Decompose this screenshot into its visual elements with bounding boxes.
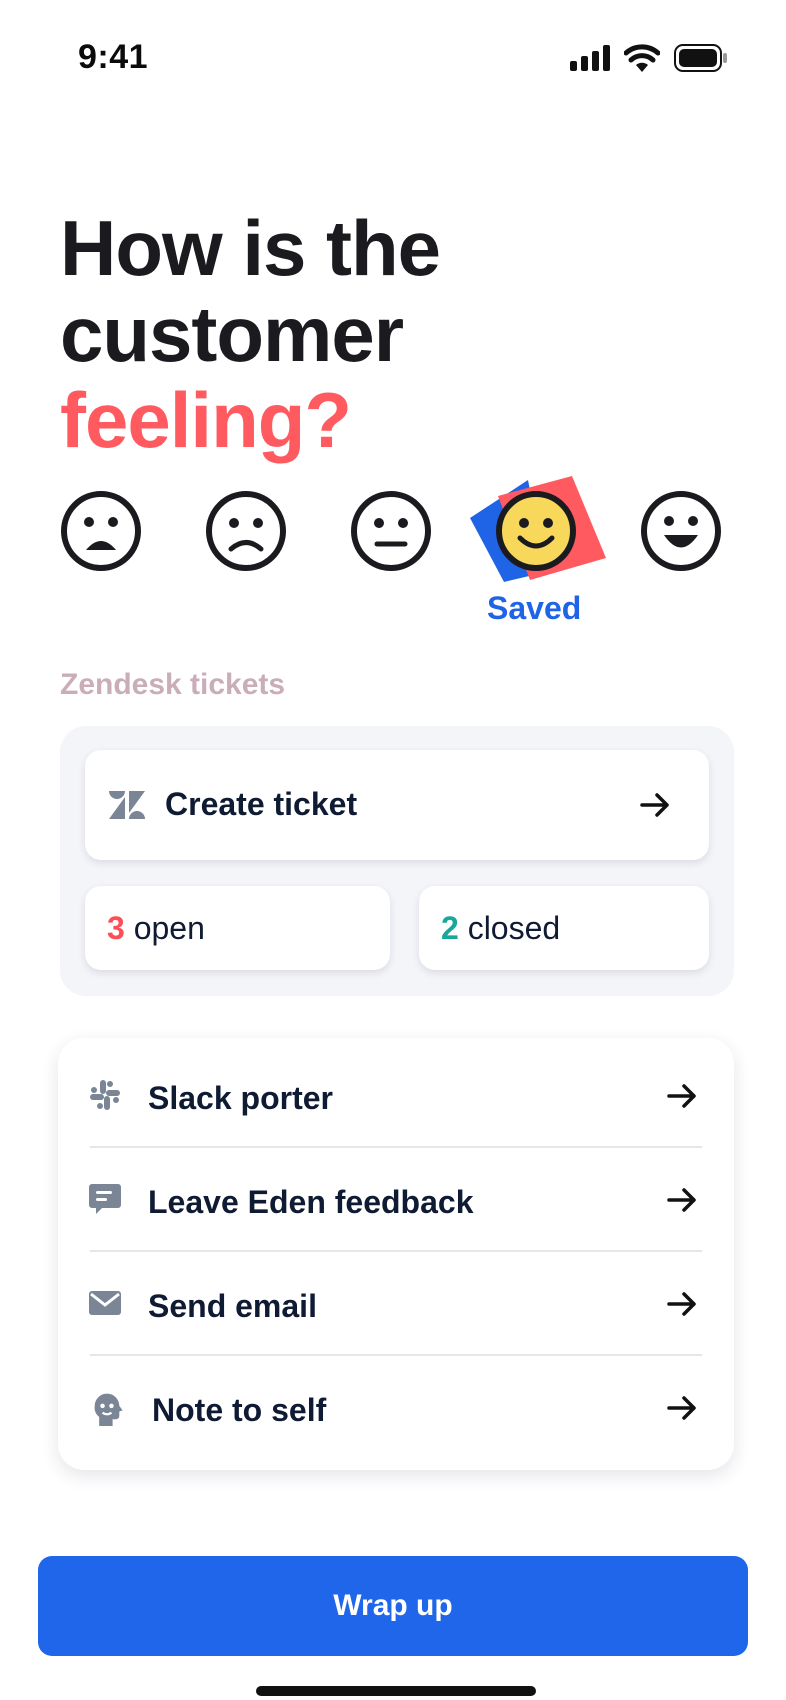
battery-icon: [674, 44, 727, 72]
arrow-right-icon: [667, 1084, 696, 1108]
status-time: 9:41: [78, 38, 149, 76]
mood-option-sad[interactable]: [205, 490, 287, 572]
saved-status-label: Saved: [487, 590, 582, 626]
zendesk-icon: [109, 791, 145, 819]
home-indicator: [256, 1686, 536, 1696]
zendesk-section-label: Zendesk tickets: [60, 668, 286, 701]
send-email-label: Send email: [148, 1288, 317, 1324]
list-item-send-email[interactable]: Send email: [58, 1252, 734, 1356]
slack-icon: [90, 1080, 120, 1110]
slack-porter-label: Slack porter: [148, 1080, 333, 1116]
open-tickets-label: open: [133, 910, 205, 946]
very-happy-face-icon: [641, 491, 721, 571]
list-item-note-to-self[interactable]: Note to self: [58, 1356, 734, 1460]
mood-option-very-happy[interactable]: [640, 490, 722, 572]
title-line-1: How is the: [60, 204, 441, 292]
open-tickets-text: 3 open: [107, 910, 205, 947]
title-line-2: customer: [60, 290, 404, 378]
closed-tickets-text: 2 closed: [441, 910, 560, 947]
list-item-slack-porter[interactable]: Slack porter: [58, 1044, 734, 1148]
actions-list: Slack porter Leave Eden feedback Send em…: [58, 1038, 734, 1470]
open-tickets-button[interactable]: 3 open: [85, 886, 390, 970]
arrow-right-icon: [667, 1292, 696, 1316]
closed-tickets-count: 2: [441, 910, 459, 946]
leave-feedback-label: Leave Eden feedback: [148, 1184, 474, 1220]
arrow-right-icon: [667, 1188, 696, 1212]
note-to-self-label: Note to self: [152, 1392, 327, 1428]
mood-option-neutral[interactable]: [350, 490, 432, 572]
mail-icon: [89, 1291, 121, 1315]
wifi-icon: [624, 44, 660, 72]
sad-face-icon: [206, 491, 286, 571]
happy-face-icon: [496, 491, 576, 571]
create-ticket-button[interactable]: Create ticket: [85, 750, 709, 860]
status-icons: [570, 44, 728, 72]
create-ticket-label: Create ticket: [165, 786, 358, 822]
arrow-right-icon: [640, 793, 669, 817]
feedback-icon: [89, 1184, 121, 1214]
wrap-up-button[interactable]: Wrap up: [38, 1556, 748, 1656]
arrow-right-icon: [667, 1396, 696, 1420]
closed-tickets-button[interactable]: 2 closed: [419, 886, 709, 970]
neutral-face-icon: [351, 491, 431, 571]
mood-option-happy-selected[interactable]: [468, 476, 608, 586]
very-unhappy-face-icon: [61, 491, 141, 571]
page-title: How is the customer feeling?: [60, 204, 441, 464]
cellular-signal-icon: [570, 45, 610, 71]
note-to-self-icon: [94, 1393, 123, 1426]
closed-tickets-label: closed: [467, 910, 561, 946]
list-item-leave-feedback[interactable]: Leave Eden feedback: [58, 1148, 734, 1252]
open-tickets-count: 3: [107, 910, 125, 946]
title-line-3: feeling?: [60, 376, 352, 464]
mood-option-very-unhappy[interactable]: [60, 490, 142, 572]
